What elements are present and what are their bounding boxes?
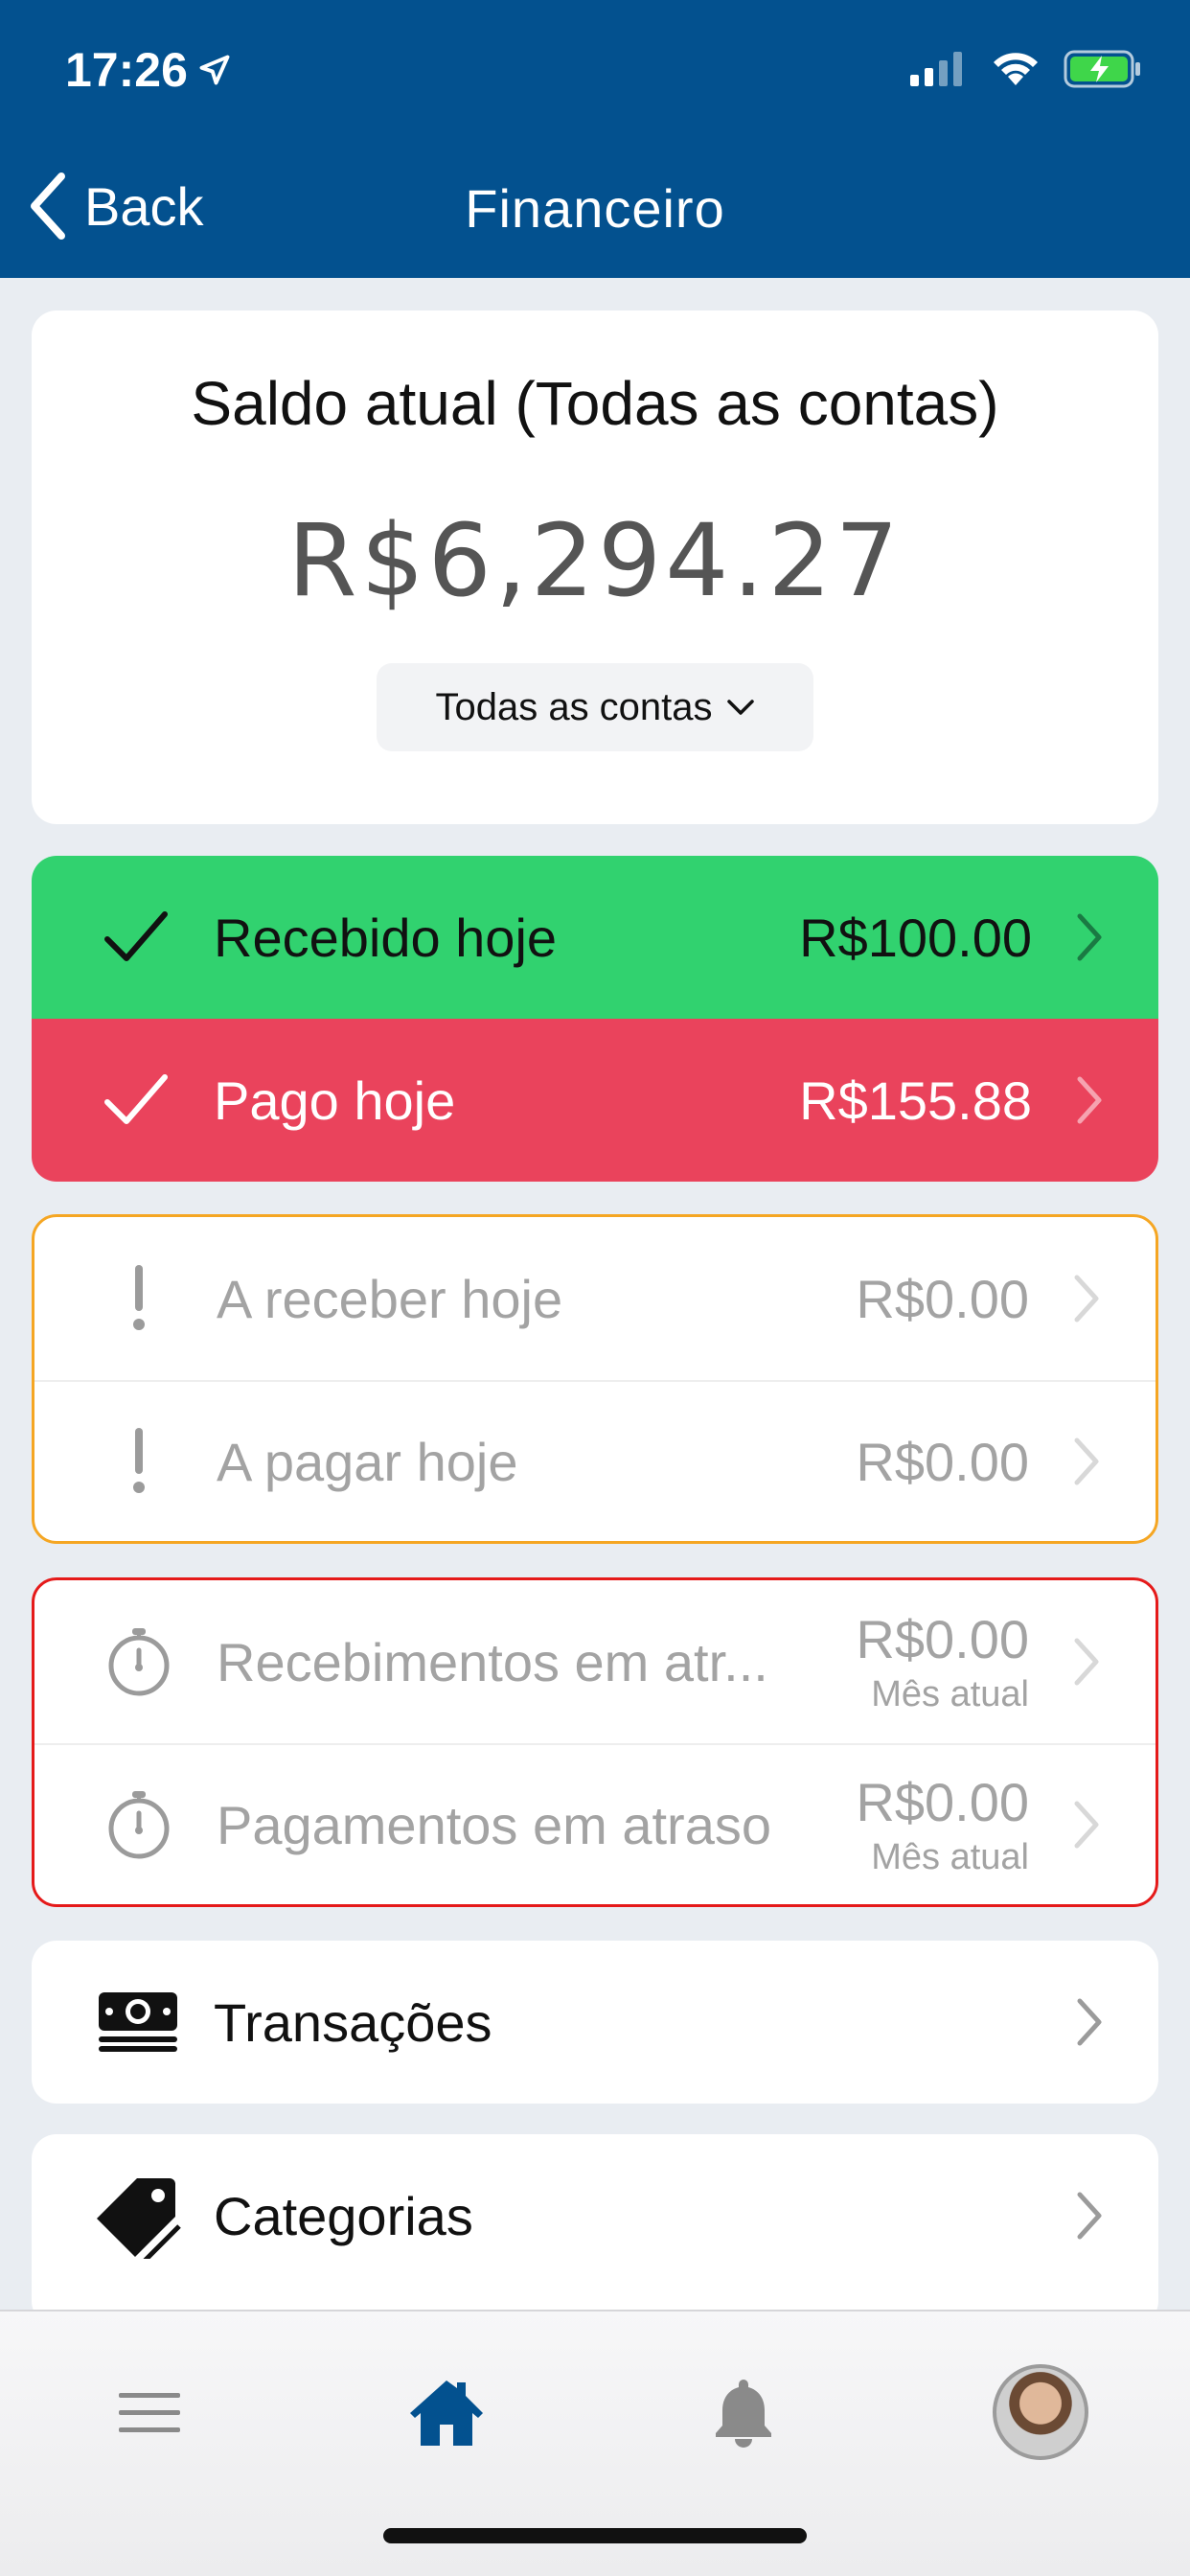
- account-selector-label: Todas as contas: [435, 685, 713, 728]
- received-today-value: R$100.00: [799, 907, 1032, 968]
- checkmark-icon: [101, 1065, 172, 1136]
- late-receipts-row[interactable]: Recebimentos em atr... R$0.00 Mês atual: [34, 1580, 1156, 1743]
- bell-icon: [716, 2380, 771, 2448]
- tab-menu[interactable]: [97, 2359, 202, 2465]
- paid-today-label: Pago hoje: [214, 1070, 456, 1131]
- chevron-right-icon: [1077, 1076, 1102, 1124]
- tab-home[interactable]: [394, 2359, 499, 2465]
- account-selector[interactable]: Todas as contas: [377, 663, 813, 751]
- money-icon: [95, 1987, 181, 2058]
- chevron-down-icon: [726, 700, 754, 715]
- transactions-card: Transações: [32, 1941, 1158, 2104]
- hamburger-icon: [119, 2393, 180, 2432]
- chevron-right-icon: [1077, 2192, 1102, 2240]
- tab-profile[interactable]: [988, 2359, 1093, 2465]
- paid-today-row[interactable]: Pago hoje R$155.88: [32, 1019, 1158, 1182]
- categories-label: Categorias: [214, 2185, 473, 2246]
- transactions-row[interactable]: Transações: [32, 1941, 1158, 2104]
- to-pay-today-label: A pagar hoje: [217, 1431, 518, 1492]
- today-summary-card: Recebido hoje R$100.00 Pago hoje R$155.8…: [32, 856, 1158, 1182]
- tab-notifications[interactable]: [691, 2359, 796, 2465]
- to-pay-today-row[interactable]: A pagar hoje R$0.00: [34, 1380, 1156, 1543]
- home-indicator: [383, 2528, 807, 2543]
- paid-today-value: R$155.88: [799, 1070, 1032, 1131]
- status-time-text: 17:26: [65, 43, 188, 97]
- to-receive-today-label: A receber hoje: [217, 1268, 563, 1329]
- chevron-right-icon: [1074, 1275, 1099, 1322]
- app-header: 17:26 Back Financeiro: [0, 0, 1190, 278]
- status-indicators: [910, 50, 1142, 88]
- late-payments-period: Mês atual: [871, 1837, 1029, 1877]
- late-receipts-label: Recebimentos em atr...: [217, 1631, 768, 1692]
- exclamation-icon: [103, 1263, 174, 1334]
- cellular-signal-icon: [910, 52, 962, 86]
- received-today-row[interactable]: Recebido hoje R$100.00: [32, 856, 1158, 1019]
- late-receipts-value-group: R$0.00 Mês atual: [856, 1608, 1029, 1715]
- late-payments-value: R$0.00: [856, 1772, 1029, 1832]
- transactions-label: Transações: [214, 1991, 492, 2053]
- late-payments-label: Pagamentos em atraso: [217, 1794, 771, 1855]
- chevron-right-icon: [1074, 1801, 1099, 1849]
- battery-charging-icon: [1064, 50, 1140, 88]
- page-title: Financeiro: [465, 178, 725, 239]
- pending-today-card: A receber hoje R$0.00 A pagar hoje R$0.0…: [32, 1214, 1158, 1544]
- late-receipts-period: Mês atual: [871, 1674, 1029, 1714]
- location-arrow-icon: [199, 55, 230, 85]
- balance-card: Saldo atual (Todas as contas) R$6,294.27…: [32, 310, 1158, 824]
- stopwatch-icon: [103, 1789, 174, 1860]
- stopwatch-icon: [103, 1626, 174, 1697]
- received-today-label: Recebido hoje: [214, 907, 558, 968]
- late-payments-value-group: R$0.00 Mês atual: [856, 1771, 1029, 1878]
- late-payments-row[interactable]: Pagamentos em atraso R$0.00 Mês atual: [34, 1743, 1156, 1906]
- chevron-right-icon: [1077, 1998, 1102, 2046]
- categories-card: Categorias: [32, 2134, 1158, 2326]
- categories-row[interactable]: Categorias: [32, 2134, 1158, 2297]
- chevron-right-icon: [1074, 1638, 1099, 1686]
- balance-title: Saldo atual (Todas as contas): [191, 369, 999, 438]
- wifi-icon: [994, 53, 1038, 85]
- to-receive-today-row[interactable]: A receber hoje R$0.00: [34, 1217, 1156, 1380]
- status-time: 17:26: [65, 42, 232, 98]
- chevron-right-icon: [1074, 1438, 1099, 1485]
- tag-icon: [95, 2178, 181, 2259]
- avatar: [993, 2364, 1088, 2460]
- late-card: Recebimentos em atr... R$0.00 Mês atual …: [32, 1577, 1158, 1907]
- to-receive-today-value: R$0.00: [856, 1268, 1029, 1329]
- home-icon: [410, 2380, 483, 2446]
- chevron-right-icon: [1077, 913, 1102, 961]
- exclamation-icon: [103, 1426, 174, 1497]
- to-pay-today-value: R$0.00: [856, 1431, 1029, 1492]
- balance-amount: R$6,294.27: [287, 502, 903, 619]
- checkmark-icon: [101, 902, 172, 973]
- late-receipts-value: R$0.00: [856, 1609, 1029, 1669]
